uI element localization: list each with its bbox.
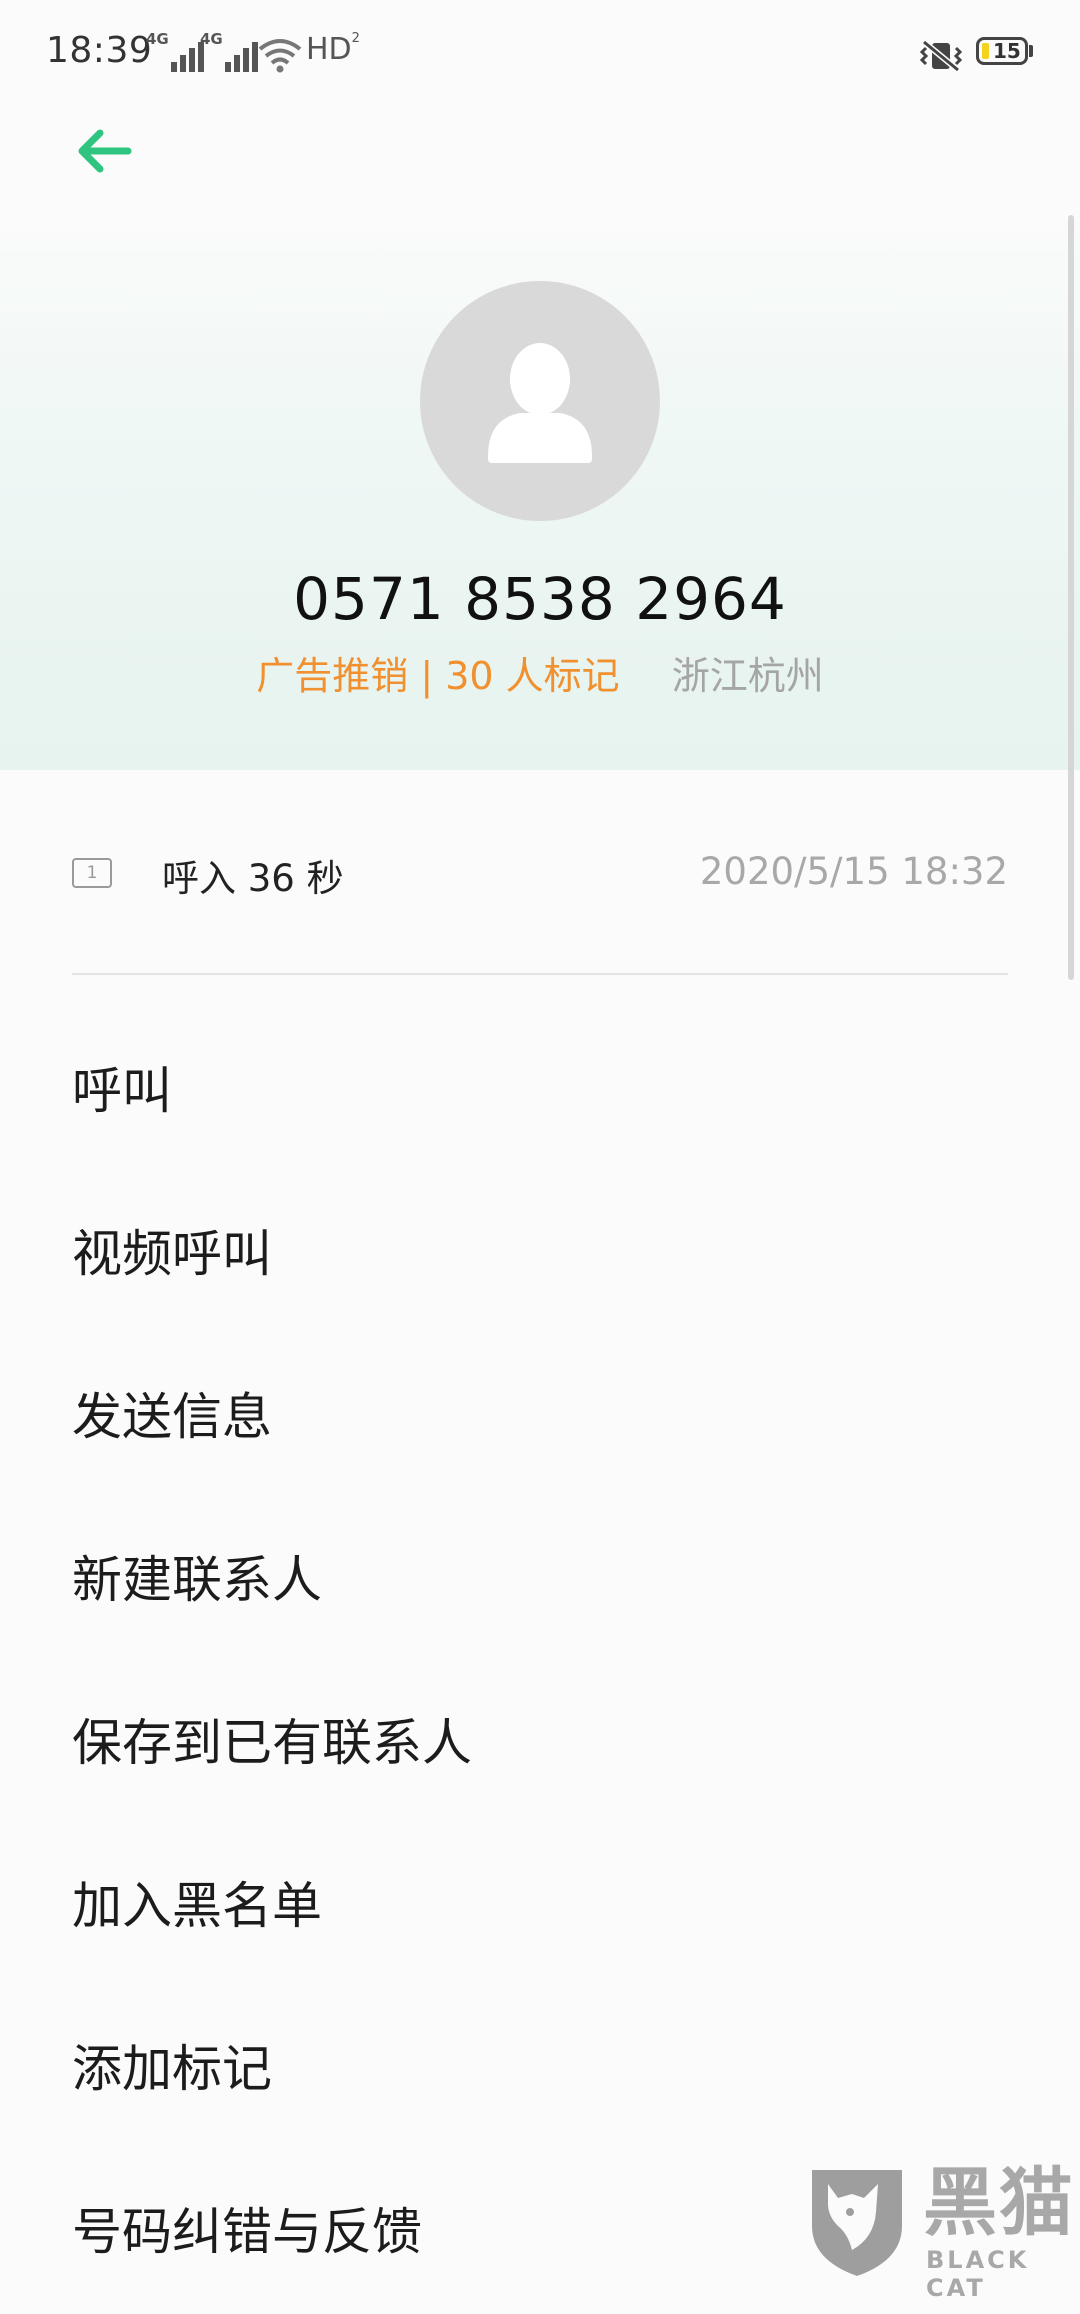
person-silhouette-icon — [488, 343, 592, 463]
phone-number: 0571 8538 2964 — [293, 565, 787, 633]
status-bar: 18:39 4G 4G HD2 15 — [0, 0, 1080, 110]
black-cat-logo-icon — [812, 2170, 902, 2276]
call-timestamp: 2020/5/15 18:32 — [699, 850, 1008, 893]
action-list: 呼叫 视频呼叫 发送信息 新建联系人 保存到已有联系人 加入黑名单 添加标记 号… — [0, 1010, 1080, 2314]
wifi-icon — [258, 39, 302, 73]
add-to-blacklist-action[interactable]: 加入黑名单 — [0, 1825, 1080, 1988]
spam-tag: 广告推销 | 30 人标记 — [256, 654, 620, 698]
battery-icon: 15 — [976, 37, 1028, 65]
battery-cap — [1029, 45, 1033, 57]
status-time: 18:39 — [46, 30, 153, 71]
black-cat-watermark: 黑猫 BLACK CAT — [808, 2160, 1080, 2302]
add-tag-action[interactable]: 添加标记 — [0, 1988, 1080, 2151]
watermark-sub-text: BLACK CAT — [926, 2246, 1030, 2302]
call-type-duration: 呼入 36 秒 — [162, 857, 344, 900]
number-location: 浙江杭州 — [671, 654, 824, 698]
divider — [72, 973, 1008, 975]
number-info: 广告推销 | 30 人标记 浙江杭州 — [0, 645, 1080, 700]
sim-card-icon: 1 — [72, 858, 112, 888]
battery-level-fill — [982, 43, 989, 59]
battery-percent: 15 — [993, 39, 1021, 63]
signal-label-sim1: 4G — [146, 30, 169, 48]
signal-icon-sim2: 4G — [200, 32, 259, 72]
save-to-existing-contact-action[interactable]: 保存到已有联系人 — [0, 1662, 1080, 1825]
new-contact-action[interactable]: 新建联系人 — [0, 1499, 1080, 1662]
hd-icon: HD2 — [306, 32, 360, 72]
back-button[interactable] — [72, 118, 138, 184]
hd-sub-label: 2 — [351, 31, 360, 46]
signal-bars-icon — [224, 42, 258, 72]
call-action[interactable]: 呼叫 — [0, 1010, 1080, 1173]
hd-label: HD — [306, 32, 352, 67]
send-message-action[interactable]: 发送信息 — [0, 1336, 1080, 1499]
vibrate-off-icon — [919, 39, 963, 73]
signal-label-sim2: 4G — [200, 30, 223, 48]
avatar — [420, 281, 660, 521]
scrollbar[interactable] — [1068, 215, 1074, 980]
back-arrow-icon — [78, 129, 132, 173]
video-call-action[interactable]: 视频呼叫 — [0, 1173, 1080, 1336]
signal-icon-sim1: 4G — [146, 32, 205, 72]
call-record-row: 1 呼入 36 秒 2020/5/15 18:32 — [0, 820, 1080, 930]
watermark-logo-text: 黑猫 — [923, 2160, 1075, 2246]
